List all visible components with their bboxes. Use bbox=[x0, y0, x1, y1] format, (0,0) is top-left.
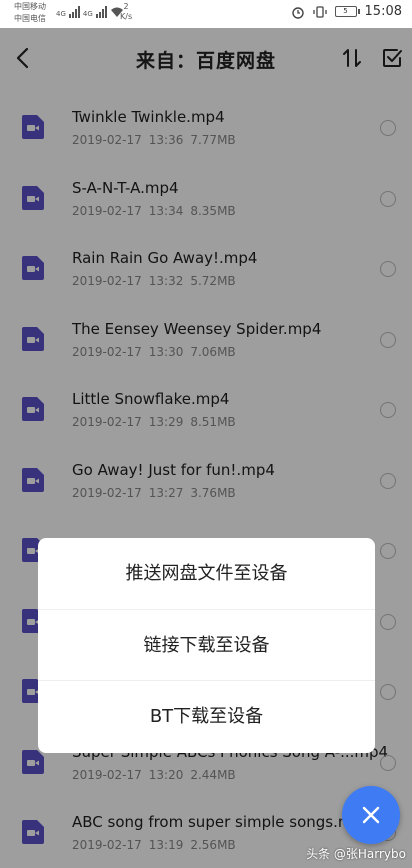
watermark: 头条 @张Harrybo bbox=[306, 847, 406, 861]
bt-download-option[interactable]: BT下载至设备 bbox=[38, 681, 375, 753]
signal-indicators: 4G 4G bbox=[56, 6, 124, 18]
signal-1-icon bbox=[68, 6, 80, 18]
push-cloud-files-option[interactable]: 推送网盘文件至设备 bbox=[38, 538, 375, 610]
vibrate-icon bbox=[312, 5, 327, 18]
status-right: 5 15:08 bbox=[291, 4, 402, 19]
speed-unit: K/s bbox=[120, 12, 133, 21]
speed-value: 2 bbox=[123, 2, 129, 11]
clock: 15:08 bbox=[364, 4, 402, 19]
battery-level: 5 bbox=[343, 7, 348, 15]
signal-2-icon bbox=[95, 6, 107, 18]
close-fab-button[interactable] bbox=[342, 786, 400, 844]
network-speed: 2 K/s bbox=[120, 2, 132, 22]
close-icon bbox=[362, 806, 380, 824]
carrier-1: 中国移动 bbox=[14, 2, 46, 11]
alarm-icon bbox=[291, 6, 304, 19]
network-type-1: 4G bbox=[56, 10, 66, 18]
carrier-labels: 中国移动 中国电信 bbox=[14, 1, 46, 25]
status-bar: 中国移动 中国电信 4G 4G 2 K/s 5 15:08 bbox=[0, 0, 412, 28]
carrier-2: 中国电信 bbox=[14, 14, 46, 23]
download-options-popup: 推送网盘文件至设备 链接下载至设备 BT下载至设备 bbox=[38, 538, 375, 753]
link-download-option[interactable]: 链接下载至设备 bbox=[38, 610, 375, 682]
network-type-2: 4G bbox=[82, 10, 93, 18]
battery-icon: 5 bbox=[334, 6, 360, 17]
